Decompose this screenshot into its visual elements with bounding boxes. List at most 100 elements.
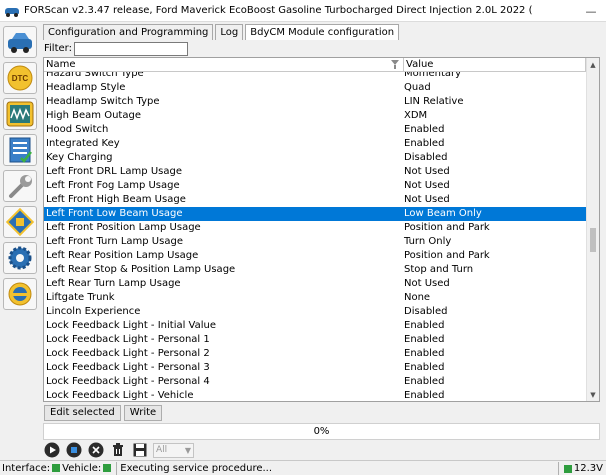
steering-wheel-icon (8, 282, 32, 306)
row-value-cell[interactable]: Enabled (402, 123, 586, 137)
table-row[interactable]: Key Charging Disabled (44, 151, 586, 165)
row-value-cell[interactable]: Enabled (402, 319, 586, 333)
sidebar-item-service[interactable] (3, 170, 37, 202)
row-value-cell[interactable]: Not Used (402, 193, 586, 207)
row-name-cell: Left Front Low Beam Usage (46, 208, 183, 219)
row-value-cell[interactable]: Quad (402, 81, 586, 95)
row-name-cell: Lincoln Experience (46, 306, 141, 317)
table-row[interactable]: Lock Feedback Light - Vehicle Enabled (44, 389, 586, 401)
table-row[interactable]: Left Rear Position Lamp Usage Position an… (44, 249, 586, 263)
table-row[interactable]: Liftgate Trunk None (44, 291, 586, 305)
row-value-cell[interactable]: None (402, 291, 586, 305)
table-row[interactable]: Hazard Switch Type Momentary (44, 72, 586, 81)
tab-configuration-programming[interactable]: Configuration and Programming (43, 24, 214, 40)
row-value-cell[interactable]: Enabled (402, 137, 586, 151)
filter-label: Filter: (44, 43, 72, 54)
column-header-name[interactable]: Name (44, 58, 404, 71)
window-title: FORScan v2.3.47 release, Ford Maverick E… (24, 5, 534, 16)
row-value-cell[interactable]: Enabled (402, 333, 586, 347)
row-value-cell[interactable]: Enabled (402, 389, 586, 401)
row-value-cell[interactable]: Momentary (402, 72, 586, 81)
edit-selected-button[interactable]: Edit selected (44, 405, 121, 421)
log-filter-select[interactable]: All ▼ (153, 442, 194, 458)
disconnect-button[interactable] (87, 442, 104, 458)
save-button[interactable] (131, 442, 148, 458)
row-name-cell: Hood Switch (46, 124, 109, 135)
row-value-cell[interactable]: Stop and Turn (402, 263, 586, 277)
table-row[interactable]: High Beam Outage XDM (44, 109, 586, 123)
table-row[interactable]: Left Rear Turn Lamp Usage Not Used (44, 277, 586, 291)
row-name-cell: Lock Feedback Light - Vehicle (46, 390, 194, 401)
settings-gear-icon (8, 246, 32, 270)
table-row[interactable]: Left Front Low Beam Usage Low Beam Only (44, 207, 586, 221)
table-row[interactable]: Hood Switch Enabled (44, 123, 586, 137)
filter-funnel-icon[interactable] (391, 60, 399, 69)
module-chip-icon (5, 208, 35, 236)
sidebar-item-checklist[interactable] (3, 134, 37, 166)
sidebar-item-module-config[interactable] (3, 206, 37, 238)
interface-label: Interface: (2, 462, 51, 474)
table-row[interactable]: Left Rear Stop & Position Lamp Usage Stop… (44, 263, 586, 277)
row-value-cell[interactable]: Not Used (402, 179, 586, 193)
row-value-cell[interactable]: Disabled (402, 151, 586, 165)
table-row[interactable]: Integrated Key Enabled (44, 137, 586, 151)
tab-log[interactable]: Log (215, 24, 244, 40)
table-row[interactable]: Left Front DRL Lamp Usage Not Used (44, 165, 586, 179)
sidebar-item-vehicle-info[interactable] (3, 26, 37, 58)
table-row[interactable]: Left Front Position Lamp Usage Position a… (44, 221, 586, 235)
row-name-cell: Left Front Fog Lamp Usage (46, 180, 180, 191)
row-value-cell[interactable]: Enabled (402, 361, 586, 375)
status-bar: Interface: Vehicle: Executing service pr… (0, 460, 606, 475)
filter-input[interactable] (73, 41, 188, 56)
table-row[interactable]: Left Front Turn Lamp Usage Turn Only (44, 235, 586, 249)
row-value-cell[interactable]: XDM (402, 109, 586, 123)
table-row[interactable]: Lock Feedback Light - Initial Value Enabl… (44, 319, 586, 333)
battery-voltage: 12.3V (573, 463, 603, 474)
sidebar-item-steering[interactable] (3, 278, 37, 310)
table-row[interactable]: Lock Feedback Light - Personal 3 Enabled (44, 361, 586, 375)
row-value-cell[interactable]: LIN Relative (402, 95, 586, 109)
table-row[interactable]: Lock Feedback Light - Personal 4 Enabled (44, 375, 586, 389)
progress-text: 0% (313, 426, 330, 437)
table-row[interactable]: Lock Feedback Light - Personal 2 Enabled (44, 347, 586, 361)
vehicle-status-indicator (103, 464, 112, 472)
sidebar-item-settings[interactable] (3, 242, 37, 274)
row-name-cell: Lock Feedback Light - Personal 3 (46, 362, 210, 373)
row-value-cell[interactable]: Not Used (402, 277, 586, 291)
column-header-value[interactable]: Value (404, 58, 586, 71)
row-value-cell[interactable]: Disabled (402, 305, 586, 319)
row-value-cell[interactable]: Enabled (402, 375, 586, 389)
row-value-cell[interactable]: Low Beam Only (402, 207, 586, 221)
row-value-cell[interactable]: Position and Park (402, 221, 586, 235)
sidebar-item-dtc[interactable]: DTC (3, 62, 37, 94)
row-value-cell[interactable]: Not Used (402, 165, 586, 179)
minimize-button[interactable]: — (576, 0, 606, 22)
table-body: Hazard Switch Type Momentary Headlamp Styl… (44, 72, 586, 401)
table-row[interactable]: Left Front High Beam Usage Not Used (44, 193, 586, 207)
scroll-down-icon[interactable]: ▼ (587, 388, 599, 401)
write-button[interactable]: Write (123, 405, 163, 421)
row-name-cell: Left Front Turn Lamp Usage (46, 236, 183, 247)
vertical-scrollbar[interactable]: ▲ ▼ (586, 58, 599, 401)
table-row[interactable]: Lock Feedback Light - Personal 1 Enabled (44, 333, 586, 347)
row-value-cell[interactable]: Turn Only (402, 235, 586, 249)
row-name-cell: Left Rear Position Lamp Usage (46, 250, 199, 261)
clear-button[interactable] (109, 442, 126, 458)
table-row[interactable]: Lincoln Experience Disabled (44, 305, 586, 319)
table-row[interactable]: Headlamp Switch Type LIN Relative (44, 95, 586, 109)
stop-button[interactable] (65, 442, 82, 458)
table-row[interactable]: Left Front Fog Lamp Usage Not Used (44, 179, 586, 193)
disconnect-icon (88, 442, 103, 458)
battery-status-indicator (563, 464, 572, 473)
tab-bdycm-module-configuration[interactable]: BdyCM Module configuration (245, 24, 400, 40)
scroll-up-icon[interactable]: ▲ (587, 58, 599, 71)
row-value-cell[interactable]: Position and Park (402, 249, 586, 263)
table-row[interactable]: Headlamp Style Quad (44, 81, 586, 95)
row-name-cell: Lock Feedback Light - Initial Value (46, 320, 217, 331)
sidebar-item-oscilloscope[interactable] (3, 98, 37, 130)
play-button[interactable] (43, 442, 60, 458)
scrollbar-thumb[interactable] (590, 228, 596, 252)
checklist-icon (9, 137, 32, 163)
row-value-cell[interactable]: Enabled (402, 347, 586, 361)
filter-bar: Filter: (44, 41, 188, 56)
